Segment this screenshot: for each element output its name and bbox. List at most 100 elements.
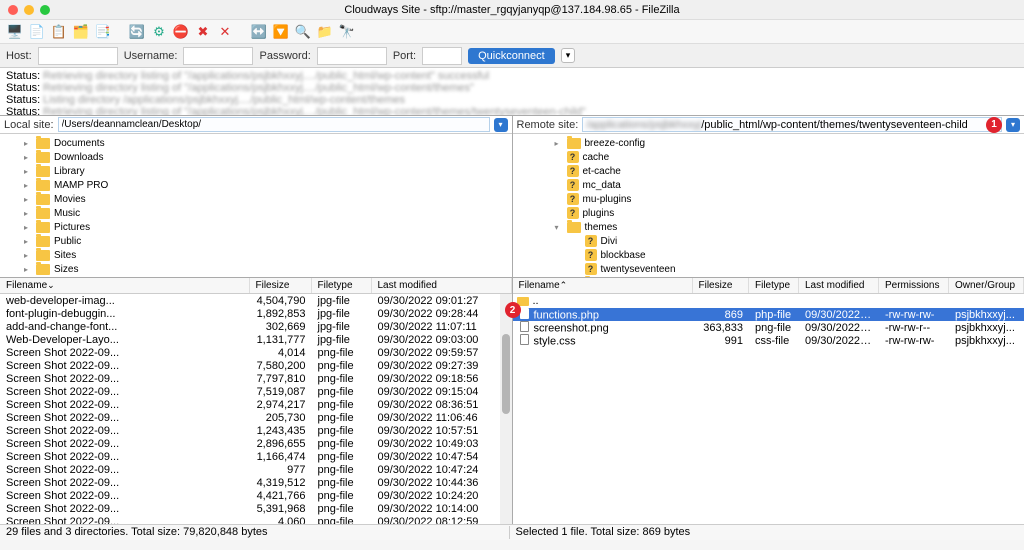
tree-folder[interactable]: ?blockbase (513, 248, 1024, 262)
file-row[interactable]: Screen Shot 2022-09...977png-file09/30/2… (0, 463, 512, 476)
file-row[interactable]: Screen Shot 2022-09...2,896,655png-file0… (0, 437, 512, 450)
find-icon[interactable]: 📁 (316, 23, 334, 41)
remote-col-type[interactable]: Filetype (749, 278, 799, 293)
port-input[interactable] (422, 47, 462, 65)
remote-file-pane: 2 Filename Filesize Filetype Last modifi… (513, 278, 1024, 524)
remote-path-row: Remote site: /applications/psjbkhxxyj/pu… (513, 116, 1024, 134)
remote-path-input[interactable]: /applications/psjbkhxxyj/public_html/wp-… (582, 117, 1002, 132)
tree-folder[interactable]: ▸Downloads (0, 150, 512, 164)
tree-folder[interactable]: ▸Library (0, 164, 512, 178)
remote-tree[interactable]: ▸breeze-config?cache?et-cache?mc_data?mu… (513, 134, 1024, 277)
tree-folder[interactable]: ?mc_data (513, 178, 1024, 192)
remote-col-size[interactable]: Filesize (693, 278, 750, 293)
tree-folder[interactable]: ▸Sites (0, 248, 512, 262)
quickconnect-button[interactable]: Quickconnect (468, 48, 555, 64)
remote-col-owner[interactable]: Owner/Group (949, 278, 1024, 293)
local-path-row: Local site: ▾ (0, 116, 512, 134)
tree-folder[interactable]: ▸Documents (0, 136, 512, 150)
tree-folder[interactable]: ▾themes (513, 220, 1024, 234)
tree-folder[interactable]: ▸Movies (0, 192, 512, 206)
file-row[interactable]: web-developer-imag...4,504,790jpg-file09… (0, 294, 512, 307)
local-path-dropdown[interactable]: ▾ (494, 118, 508, 132)
file-row[interactable]: screenshot.png363,833png-file09/30/2022 … (513, 321, 1024, 334)
tree-folder[interactable]: ▸breeze-config (513, 136, 1024, 150)
annotation-1: 1 (986, 117, 1002, 133)
file-row[interactable]: Screen Shot 2022-09...5,391,968png-file0… (0, 502, 512, 515)
file-row[interactable]: Screen Shot 2022-09...2,974,217png-file0… (0, 398, 512, 411)
reconnect-icon[interactable]: ↔️ (250, 23, 268, 41)
file-split: Filename Filesize Filetype Last modified… (0, 278, 1024, 524)
remote-col-mod[interactable]: Last modified (799, 278, 879, 293)
tree-folder[interactable]: ▸Sizes (0, 262, 512, 276)
file-row[interactable]: add-and-change-font...302,669jpg-file09/… (0, 320, 512, 333)
site-manager-icon[interactable]: 🖥️ (6, 23, 24, 41)
file-row[interactable]: Screen Shot 2022-09...4,421,766png-file0… (0, 489, 512, 502)
local-file-pane: Filename Filesize Filetype Last modified… (0, 278, 513, 524)
tree-folder[interactable]: ?plugins (513, 206, 1024, 220)
file-row[interactable]: Web-Developer-Layo...1,131,777jpg-file09… (0, 333, 512, 346)
maximize-window-button[interactable] (40, 5, 50, 15)
disconnect-icon[interactable]: ✕ (216, 23, 234, 41)
quickconnect-dropdown[interactable]: ▾ (561, 48, 576, 63)
minimize-window-button[interactable] (24, 5, 34, 15)
file-row[interactable]: Screen Shot 2022-09...1,243,435png-file0… (0, 424, 512, 437)
file-row[interactable]: Screen Shot 2022-09...4,014png-file09/30… (0, 346, 512, 359)
host-input[interactable] (38, 47, 118, 65)
compare-icon[interactable]: 🗂️ (72, 23, 90, 41)
local-col-name[interactable]: Filename (0, 278, 250, 293)
file-row[interactable]: Screen Shot 2022-09...7,797,810png-file0… (0, 372, 512, 385)
file-row[interactable]: Screen Shot 2022-09...7,580,200png-file0… (0, 359, 512, 372)
local-file-list[interactable]: web-developer-imag...4,504,790jpg-file09… (0, 294, 512, 524)
stop-icon[interactable]: ⛔ (172, 23, 190, 41)
local-tree-pane: Local site: ▾ ▸Documents▸Downloads▸Libra… (0, 116, 513, 277)
file-row[interactable]: Screen Shot 2022-09...1,166,474png-file0… (0, 450, 512, 463)
remote-col-name[interactable]: Filename (513, 278, 693, 293)
refresh-icon[interactable]: 🔄 (128, 23, 146, 41)
process-icon[interactable]: ⚙ (150, 23, 168, 41)
tree-folder[interactable]: ?et-cache (513, 164, 1024, 178)
tree-folder[interactable]: ▸Music (0, 206, 512, 220)
close-window-button[interactable] (8, 5, 18, 15)
file-row[interactable]: Screen Shot 2022-09...4,319,512png-file0… (0, 476, 512, 489)
tree-folder[interactable]: ?cache (513, 150, 1024, 164)
tree-folder[interactable]: ▸twentyseventeen-child (513, 276, 1024, 277)
log-pane: Status: Retrieving directory listing of … (0, 68, 1024, 116)
cancel-icon[interactable]: ✖ (194, 23, 212, 41)
username-input[interactable] (183, 47, 253, 65)
remote-path-dropdown[interactable]: ▾ (1006, 118, 1020, 132)
file-row[interactable]: Screen Shot 2022-09...205,730png-file09/… (0, 411, 512, 424)
sync-icon[interactable]: 📑 (94, 23, 112, 41)
tree-folder[interactable]: ?mu-plugins (513, 192, 1024, 206)
docs-icon[interactable]: 📄 (28, 23, 46, 41)
queue-icon[interactable]: 📋 (50, 23, 68, 41)
tree-folder[interactable]: ?twentyseventeen (513, 262, 1024, 276)
tree-folder[interactable]: ▸Pictures (0, 220, 512, 234)
local-col-size[interactable]: Filesize (250, 278, 312, 293)
remote-file-list[interactable]: ..functions.php869php-file09/30/2022 1..… (513, 294, 1024, 524)
titlebar: Cloudways Site - sftp://master_rgqyjanyq… (0, 0, 1024, 20)
parent-dir[interactable]: .. (513, 294, 1024, 308)
binoculars-icon[interactable]: 🔭 (338, 23, 356, 41)
local-col-type[interactable]: Filetype (312, 278, 372, 293)
file-row[interactable]: functions.php869php-file09/30/2022 1...-… (513, 308, 1024, 321)
local-scrollbar[interactable] (500, 294, 512, 524)
filter-icon[interactable]: 🔽 (272, 23, 290, 41)
remote-col-perm[interactable]: Permissions (879, 278, 949, 293)
file-row[interactable]: font-plugin-debuggin...1,892,853jpg-file… (0, 307, 512, 320)
remote-site-label: Remote site: (517, 119, 579, 131)
local-tree[interactable]: ▸Documents▸Downloads▸Library▸MAMP PRO▸Mo… (0, 134, 512, 277)
search-icon[interactable]: 🔍 (294, 23, 312, 41)
tree-folder[interactable]: ▸MAMP PRO (0, 178, 512, 192)
tree-folder[interactable]: ▸Public (0, 234, 512, 248)
local-col-mod[interactable]: Last modified (372, 278, 512, 293)
file-row[interactable]: Screen Shot 2022-09...4,060png-file09/30… (0, 515, 512, 524)
host-label: Host: (6, 50, 32, 62)
file-row[interactable]: Screen Shot 2022-09...7,519,087png-file0… (0, 385, 512, 398)
status-bar: 29 files and 3 directories. Total size: … (0, 524, 1024, 540)
annotation-2: 2 (505, 302, 521, 318)
local-path-input[interactable] (58, 117, 490, 132)
tree-split: Local site: ▾ ▸Documents▸Downloads▸Libra… (0, 116, 1024, 278)
password-input[interactable] (317, 47, 387, 65)
tree-folder[interactable]: ?Divi (513, 234, 1024, 248)
file-row[interactable]: style.css991css-file09/30/2022 1...-rw-r… (513, 334, 1024, 347)
